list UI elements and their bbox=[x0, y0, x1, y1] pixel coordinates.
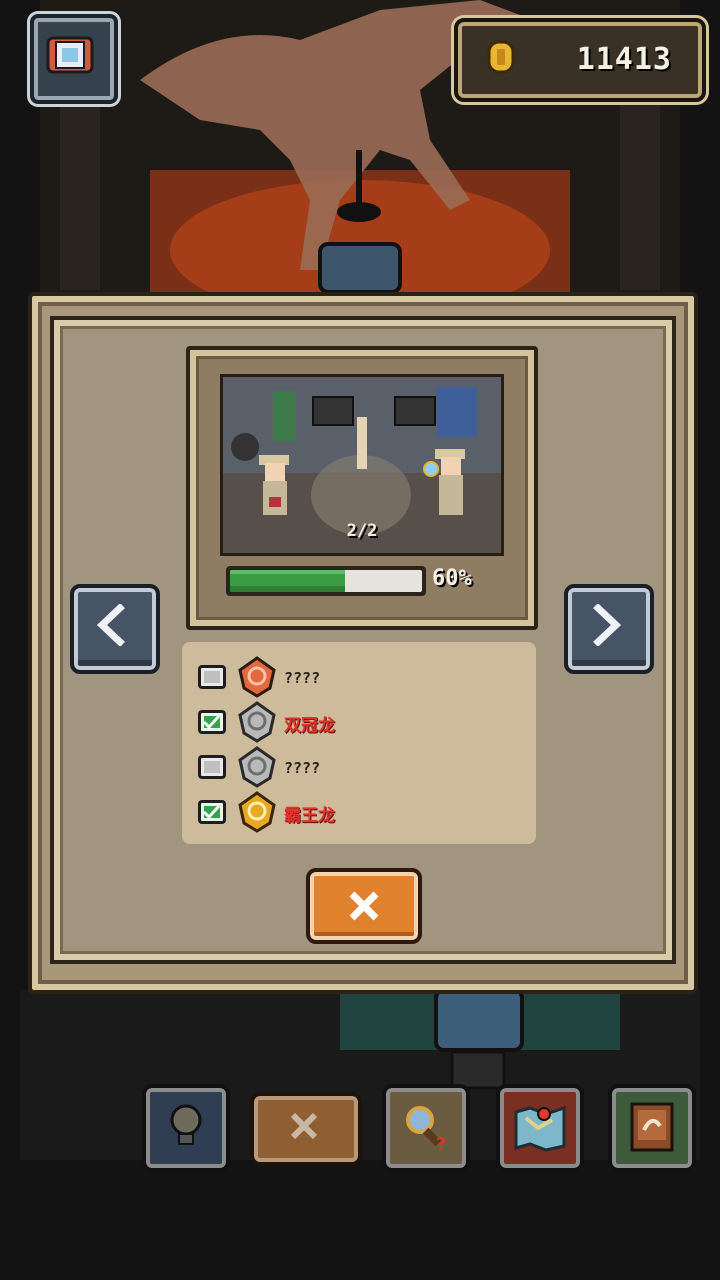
map-icon bbox=[514, 1105, 566, 1152]
camera-icon bbox=[46, 36, 94, 74]
close-icon bbox=[349, 891, 379, 921]
page-counter: 2/2 bbox=[346, 521, 378, 541]
silver-fossil-badge-icon bbox=[238, 746, 276, 788]
magnifier-question-icon: ? bbox=[406, 1106, 446, 1152]
checkmark-icon bbox=[202, 804, 221, 820]
hint-button[interactable] bbox=[142, 1084, 230, 1172]
progress-bar bbox=[226, 566, 426, 596]
chevron-right-icon bbox=[593, 604, 622, 646]
silver-fossil-badge-icon bbox=[238, 701, 276, 743]
list-item: ???? bbox=[198, 656, 528, 698]
checkmark-icon bbox=[202, 714, 221, 730]
checkbox-unchecked bbox=[198, 665, 226, 689]
camera-button[interactable] bbox=[30, 14, 118, 104]
item-label: 霸王龙 bbox=[284, 806, 335, 826]
red-fossil-badge-icon bbox=[238, 656, 276, 698]
item-label: ???? bbox=[284, 759, 321, 777]
close-button[interactable] bbox=[306, 868, 422, 944]
inspect-button[interactable]: ? bbox=[382, 1084, 470, 1172]
book-icon bbox=[630, 1102, 674, 1152]
item-label: ???? bbox=[284, 669, 321, 687]
item-label: 双冠龙 bbox=[284, 716, 335, 736]
coin-amount: 11413 bbox=[576, 42, 672, 77]
list-item: ???? bbox=[198, 746, 528, 788]
svg-text:?: ? bbox=[436, 1134, 446, 1152]
list-item: 霸王龙 bbox=[198, 791, 528, 833]
close-icon bbox=[290, 1112, 318, 1140]
coin-counter: 11413 bbox=[454, 18, 706, 102]
prev-button[interactable] bbox=[70, 584, 160, 674]
gold-fossil-badge-icon bbox=[238, 791, 276, 833]
list-item: 双冠龙 bbox=[198, 701, 528, 743]
chevron-left-icon bbox=[96, 604, 125, 646]
lightbulb-icon bbox=[170, 1104, 202, 1145]
fossil-checklist: ???? 双冠龙 ???? 霸王龙 bbox=[182, 642, 536, 844]
checkbox-checked bbox=[198, 800, 226, 824]
scene-preview: 2/2 bbox=[220, 374, 504, 556]
next-button[interactable] bbox=[564, 584, 654, 674]
cancel-tool-button[interactable] bbox=[250, 1092, 362, 1166]
journal-button[interactable] bbox=[608, 1084, 696, 1172]
checkbox-checked bbox=[198, 710, 226, 734]
map-button[interactable] bbox=[496, 1084, 584, 1172]
explorer-character-left bbox=[259, 455, 289, 515]
checkbox-unchecked bbox=[198, 755, 226, 779]
coin-icon bbox=[487, 40, 515, 74]
progress-percent: 60% bbox=[432, 566, 472, 591]
progress-fill bbox=[230, 570, 346, 592]
